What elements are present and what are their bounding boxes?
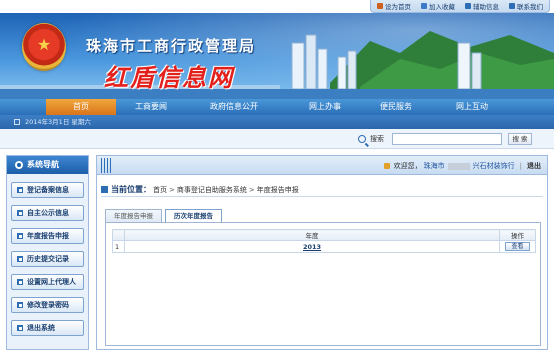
nav-news[interactable]: 工商要闻 [116, 99, 186, 115]
nav-public-service[interactable]: 便民服务 [368, 99, 424, 115]
row-year-cell: 2013 [124, 240, 500, 253]
sidebar-item-change-password[interactable]: 修改登录密码 [11, 297, 84, 313]
table-header-row: 年度 操作 [112, 229, 536, 241]
logout-link[interactable]: 退出 [527, 161, 541, 171]
search-input[interactable] [392, 133, 502, 145]
breadcrumb-home[interactable]: 首页 [153, 183, 167, 197]
user-name-left: 珠海市 [423, 162, 445, 170]
menu-bullet-icon [17, 210, 23, 216]
menu-bullet-icon [17, 256, 23, 262]
sidebar-item-label: 退出系统 [27, 324, 55, 332]
search-button[interactable]: 搜 索 [508, 133, 532, 145]
tab-panel: 年度 操作 1 2013 查看 [105, 222, 541, 346]
sidebar-item-registration-info[interactable]: 登记备案信息 [11, 182, 84, 198]
breadcrumb-separator: > [248, 185, 255, 194]
set-homepage-link[interactable]: 设为首页 [377, 1, 411, 11]
menu-bullet-icon [17, 233, 23, 239]
main-nav: 首页 工商要闻 政府信息公开 网上办事 便民服务 网上互动 [0, 99, 554, 115]
tab-bar: 年度报告申报 历次年度报告 [105, 209, 222, 223]
sidebar-item-label: 修改登录密码 [27, 301, 69, 309]
current-date: 2014年3月1日 星期六 [25, 118, 91, 126]
breadcrumb-system[interactable]: 商事登记自助服务系统 [177, 183, 247, 197]
decor-stripes [101, 158, 113, 173]
sidebar-item-label: 登记备案信息 [27, 186, 69, 194]
sidebar-title: 系统导航 [27, 160, 59, 169]
site-title: 珠海市工商行政管理局 [86, 37, 257, 55]
breadcrumb: 当前位置： 首页 > 商事登记自助服务系统 > 年度报告申报 [101, 183, 543, 197]
location-icon [101, 186, 108, 193]
contact-us-label: 联系我们 [517, 3, 543, 11]
sidebar-item-self-disclosure[interactable]: 自主公示信息 [11, 205, 84, 221]
breadcrumb-label: 当前位置： [111, 184, 151, 194]
sidebar-menu: 登记备案信息 自主公示信息 年度报告申报 历史提交记录 设置网上代理人 修改登录… [7, 174, 88, 336]
info-icon [465, 3, 471, 9]
redacted-block [447, 162, 470, 170]
header-separator: | [519, 162, 522, 170]
row-index: 1 [112, 240, 125, 253]
contact-icon [509, 3, 515, 9]
sidebar-item-label: 自主公示信息 [27, 209, 69, 217]
column-header-index [112, 229, 125, 241]
nav-online-service[interactable]: 网上办事 [282, 99, 368, 115]
home-icon [377, 3, 383, 9]
nav-circle-icon [15, 161, 23, 169]
star-icon [421, 3, 427, 9]
add-favorite-link[interactable]: 加入收藏 [421, 1, 455, 11]
nav-interaction[interactable]: 网上互动 [424, 99, 520, 115]
sidebar-item-logout[interactable]: 退出系统 [11, 320, 84, 336]
sidebar-item-history[interactable]: 历史提交记录 [11, 251, 84, 267]
welcome-prefix: 欢迎您， [393, 162, 422, 170]
add-favorite-label: 加入收藏 [429, 3, 455, 11]
welcome-message: 欢迎您， 珠海市 兴石材装饰行 | 退出 [383, 161, 541, 171]
sidebar: 系统导航 登记备案信息 自主公示信息 年度报告申报 历史提交记录 设置网上代理人… [6, 155, 89, 350]
nav-gov-info[interactable]: 政府信息公开 [186, 99, 282, 115]
sidebar-item-label: 历史提交记录 [27, 255, 69, 263]
menu-bullet-icon [17, 279, 23, 285]
reports-table: 年度 操作 1 2013 查看 [112, 229, 536, 253]
date-strip: 2014年3月1日 星期六 [0, 115, 554, 129]
utility-links: 设为首页 加入收藏 辅助信息 联系我们 [370, 0, 550, 13]
menu-bullet-icon [17, 302, 23, 308]
table-row: 1 2013 查看 [112, 240, 536, 253]
sidebar-item-label: 设置网上代理人 [27, 278, 76, 286]
menu-bullet-icon [17, 187, 23, 193]
breadcrumb-current: 年度报告申报 [256, 185, 299, 194]
menu-bullet-icon [17, 325, 23, 331]
skyline-illustration [0, 31, 554, 99]
tab-past-reports[interactable]: 历次年度报告 [165, 209, 222, 223]
sidebar-item-annual-report[interactable]: 年度报告申报 [11, 228, 84, 244]
search-strip: 搜索 搜 索 [0, 129, 554, 149]
assist-info-link[interactable]: 辅助信息 [465, 1, 499, 11]
row-action-cell: 查看 [499, 240, 536, 253]
calendar-icon [14, 119, 20, 125]
content-header: 欢迎您， 珠海市 兴石材装饰行 | 退出 [97, 156, 547, 175]
main-content: 欢迎您， 珠海市 兴石材装饰行 | 退出 当前位置： 首页 > 商事登记自助服务… [96, 155, 548, 350]
search-label: 搜索 [370, 135, 384, 143]
breadcrumb-separator: > [169, 185, 175, 194]
column-header-year: 年度 [124, 229, 500, 241]
view-button[interactable]: 查看 [505, 242, 530, 251]
sidebar-header: 系统导航 [7, 156, 88, 174]
sidebar-item-online-agent[interactable]: 设置网上代理人 [11, 274, 84, 290]
contact-us-link[interactable]: 联系我们 [509, 1, 543, 11]
row-year[interactable]: 2013 [303, 243, 321, 251]
search-icon [358, 135, 366, 143]
column-header-action: 操作 [499, 229, 536, 241]
lock-icon [383, 163, 390, 169]
site-banner: 珠海市工商行政管理局 红盾信息网 [0, 13, 554, 99]
sidebar-item-label: 年度报告申报 [27, 232, 69, 240]
assist-info-label: 辅助信息 [473, 3, 499, 11]
user-name-right: 兴石材装饰行 [472, 162, 515, 170]
utility-bar: 设为首页 加入收藏 辅助信息 联系我们 [0, 0, 554, 13]
national-emblem-logo [22, 23, 66, 71]
site-slogan: 红盾信息网 [104, 63, 234, 92]
nav-home[interactable]: 首页 [46, 99, 116, 115]
tab-annual-report[interactable]: 年度报告申报 [105, 209, 162, 222]
set-homepage-label: 设为首页 [385, 3, 411, 11]
